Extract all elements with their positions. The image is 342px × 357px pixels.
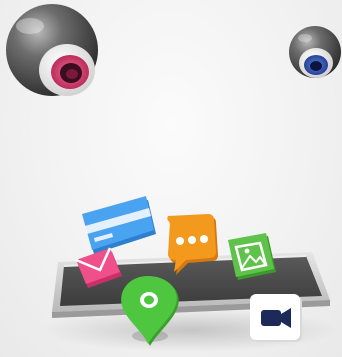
video-camera-icon <box>250 294 302 342</box>
scene <box>0 0 342 357</box>
left-eye-sphere <box>6 4 98 96</box>
credit-card-icon <box>82 196 156 254</box>
illustration <box>6 4 341 352</box>
image-icon <box>228 233 276 280</box>
right-eye-sphere <box>289 26 341 78</box>
